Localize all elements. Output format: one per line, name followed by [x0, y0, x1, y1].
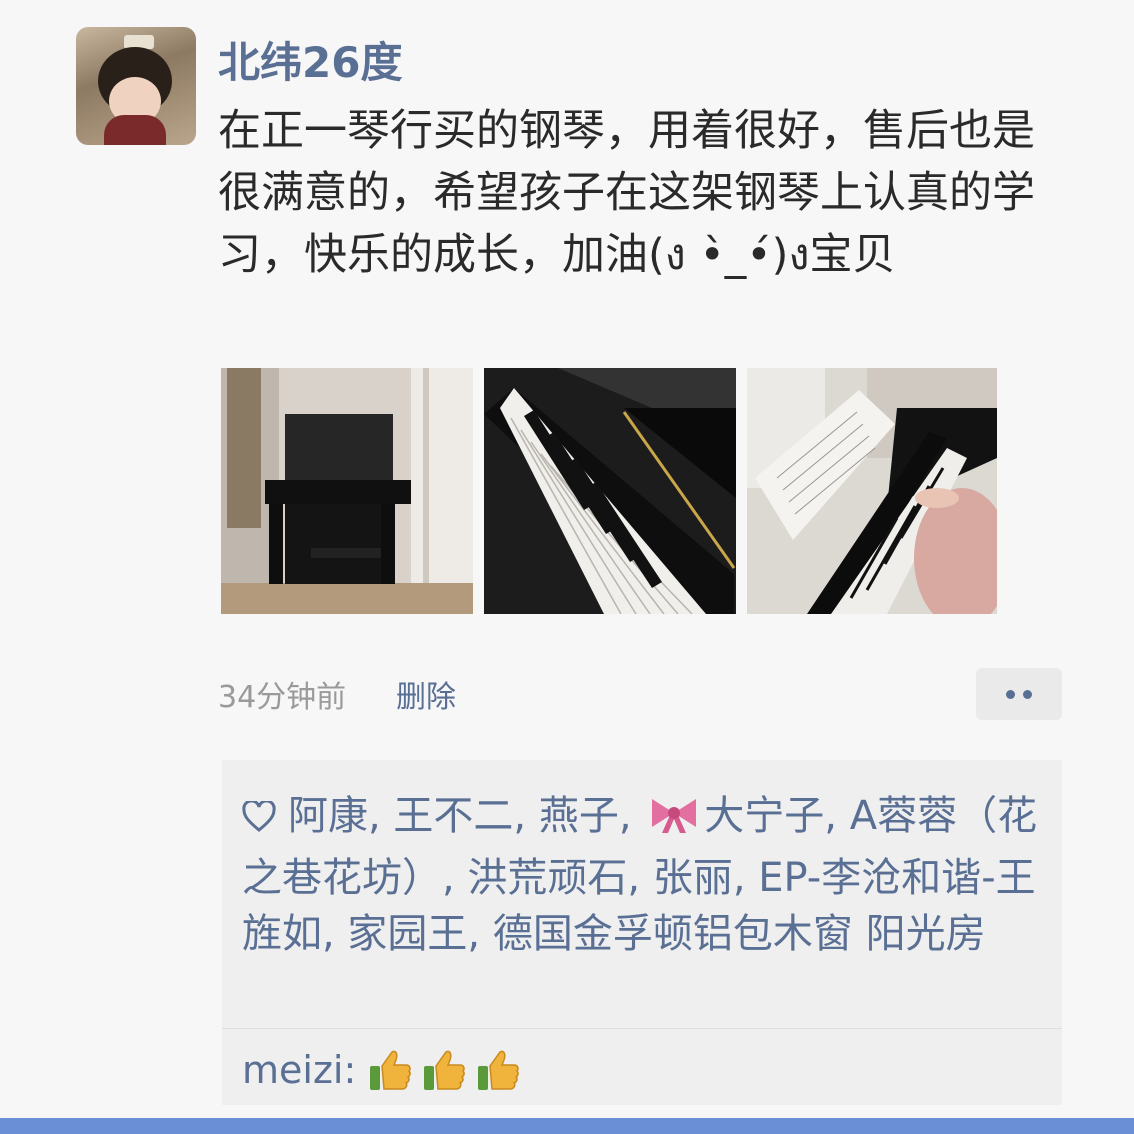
delete-link[interactable]: 删除 [396, 672, 456, 716]
photo-piano-room[interactable] [221, 368, 473, 614]
divider [222, 1028, 1062, 1029]
avatar[interactable] [76, 27, 196, 145]
thumbs-up-icon [366, 1046, 414, 1094]
comment-colon: : [343, 1048, 357, 1092]
comment-username[interactable]: meizi [242, 1040, 343, 1100]
thumbs-up-icon [474, 1046, 522, 1094]
photo-grid [221, 368, 997, 614]
more-dots-icon [1023, 689, 1032, 699]
bow-icon [648, 794, 700, 850]
bottom-bar [0, 1118, 1134, 1134]
likes-list: 阿康, 王不二, 燕子, 大宁子, A蓉蓉（花之巷花坊）, 洪荒顽石, 张丽, … [242, 788, 1042, 962]
post-meta: 34分钟前 删除 [218, 668, 1068, 720]
moment-post: 北纬26度 在正一琴行买的钢琴，用着很好，售后也是很满意的，希望孩子在这架钢琴上… [0, 0, 1134, 1120]
post-text: 在正一琴行买的钢琴，用着很好，售后也是很满意的，希望孩子在这架钢琴上认真的学习，… [218, 106, 1035, 280]
heart-icon [242, 792, 276, 848]
comment-item[interactable]: meizi : [242, 1040, 528, 1100]
post-username[interactable]: 北纬26度 [218, 36, 402, 90]
photo-child-playing[interactable] [747, 368, 997, 614]
photo-piano-keys[interactable] [484, 368, 736, 614]
avatar-body [104, 115, 166, 145]
likes-names-part1[interactable]: 阿康, 王不二, 燕子, [288, 793, 644, 839]
more-button[interactable] [976, 668, 1062, 720]
thumbs-up-icon [420, 1046, 468, 1094]
post-timestamp: 34分钟前 [218, 680, 347, 715]
more-dots-icon [1006, 689, 1015, 699]
interaction-box: 阿康, 王不二, 燕子, 大宁子, A蓉蓉（花之巷花坊）, 洪荒顽石, 张丽, … [222, 760, 1062, 1105]
